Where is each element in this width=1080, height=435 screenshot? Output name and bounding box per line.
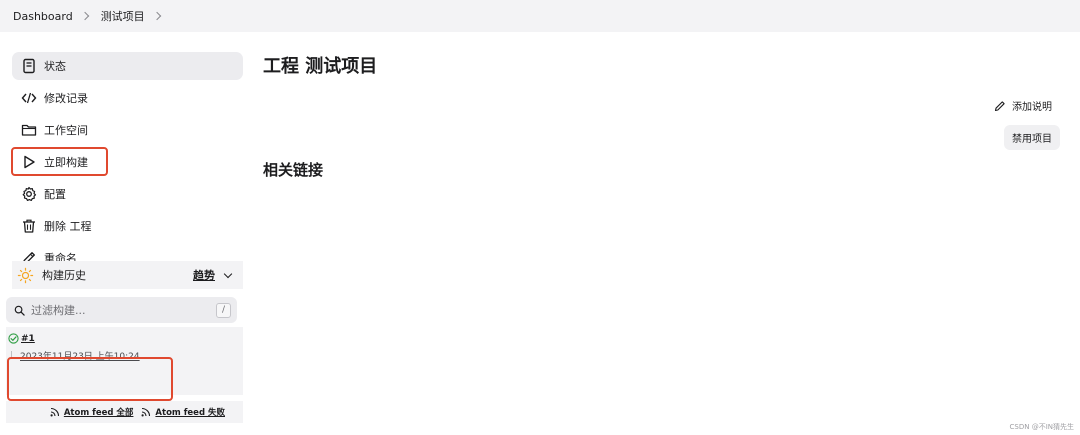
rss-icon (141, 407, 151, 417)
breadcrumb-dashboard[interactable]: Dashboard (13, 10, 73, 23)
sidebar-item-changes[interactable]: 修改记录 (12, 84, 243, 112)
chevron-down-icon[interactable] (223, 269, 233, 278)
sidebar-item-status[interactable]: 状态 (12, 52, 243, 80)
sidebar-item-delete[interactable]: 删除 工程 (12, 212, 243, 240)
sidebar-item-label: 配置 (44, 188, 66, 201)
add-description-button[interactable]: 添加说明 (994, 98, 1052, 113)
search-icon (14, 305, 25, 316)
sidebar-item-configure[interactable]: 配置 (12, 180, 243, 208)
related-links-heading: 相关链接 (263, 161, 324, 179)
sidebar-item-label: 修改记录 (44, 92, 88, 105)
sidebar-item-label: 状态 (44, 60, 66, 73)
page-title: 工程 测试项目 (263, 56, 378, 77)
rss-icon (50, 407, 59, 417)
feed-all-link[interactable]: Atom feed 全部 (50, 406, 134, 418)
play-icon (20, 153, 38, 171)
feed-failed-label[interactable]: Atom feed 失败 (155, 406, 225, 418)
disable-project-button[interactable]: 禁用项目 (1004, 125, 1060, 150)
sidebar-item-label: 工作空间 (44, 124, 88, 137)
build-history-header: 构建历史 趋势 (12, 261, 243, 289)
build-number-link[interactable]: #1 (21, 334, 35, 344)
add-description-label[interactable]: 添加说明 (1012, 98, 1052, 113)
filter-builds-input[interactable] (31, 303, 201, 317)
feed-failed-link[interactable]: Atom feed 失败 (141, 406, 225, 418)
keyboard-shortcut-hint: / (216, 302, 231, 318)
sidebar-item-label: 立即构建 (44, 156, 88, 169)
folder-icon (20, 121, 38, 139)
code-icon (20, 89, 38, 107)
chevron-right-icon (80, 11, 89, 21)
atom-feeds: Atom feed 全部 Atom feed 失败 (6, 401, 243, 423)
chevron-right-icon[interactable] (152, 11, 161, 21)
build-date-link[interactable]: 2023年11月23日 上午10:24 (20, 349, 140, 362)
build-history-title: 构建历史 (42, 269, 86, 282)
sun-icon (16, 266, 34, 284)
trend-label[interactable]: 趋势 (193, 267, 215, 283)
breadcrumb: Dashboard 测试项目 (0, 0, 1080, 32)
build-divider (11, 351, 12, 359)
trend-link[interactable]: 趋势 (193, 267, 233, 283)
feed-all-label[interactable]: Atom feed 全部 (64, 406, 134, 418)
trash-icon (20, 217, 38, 235)
breadcrumb-project[interactable]: 测试项目 (101, 8, 145, 24)
sidebar-item-label: 删除 工程 (44, 220, 92, 233)
build-filter: / (6, 297, 237, 323)
watermark: CSDN @不IN猜先生 (1009, 423, 1074, 431)
build-row[interactable]: #1 2023年11月23日 上午10:24 (6, 327, 243, 395)
gear-icon (20, 185, 38, 203)
sidebar-item-workspace[interactable]: 工作空间 (12, 116, 243, 144)
sidebar-item-build-now[interactable]: 立即构建 (12, 148, 243, 176)
document-icon (20, 57, 38, 75)
success-check-icon (8, 333, 19, 344)
pencil-icon (994, 100, 1005, 111)
